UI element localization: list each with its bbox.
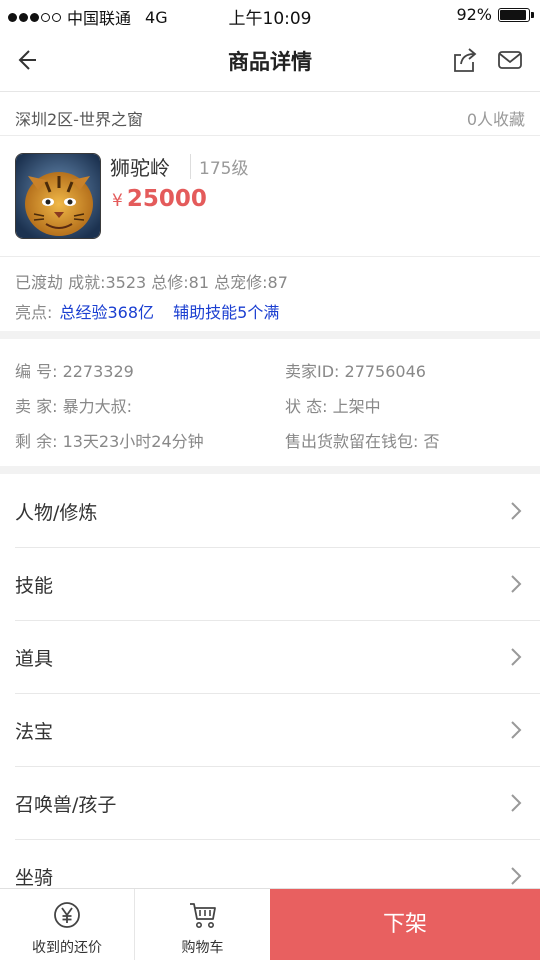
status-bar: 中国联通 4G 上午10:09 92% [0,0,540,30]
character-level: 175级 [190,154,248,179]
chevron-right-icon [511,867,522,885]
share-icon[interactable] [450,46,478,74]
section-divider [0,466,540,474]
menu-item-treasures[interactable]: 法宝 [15,694,540,767]
listing-info: 编 号: 2273329 卖家ID: 27756046 卖 家: 暴力大叔: 状… [0,340,540,467]
menu-item-label: 召唤兽/孩子 [15,794,117,816]
section-divider [0,331,540,339]
price-value: 25000 [126,186,207,212]
stats-line: 已渡劫 成就:3523 总修:81 总宠修:87 [15,273,288,292]
chevron-right-icon [511,721,522,739]
seller-id: 卖家ID: 27756046 [285,362,426,381]
menu-item-summons[interactable]: 召唤兽/孩子 [15,767,540,840]
listing-status: 状 态: 上架中 [285,397,381,416]
price: ¥25000 [112,186,207,212]
yen-coin-icon [54,902,80,928]
time-remaining: 剩 余: 13天23小时24分钟 [15,432,204,451]
favorite-count: 0人收藏 [466,110,525,129]
character-name: 狮驼岭 [110,156,170,180]
menu-item-label: 道具 [15,648,54,670]
mail-icon[interactable] [496,46,524,74]
server-row: 深圳2区-世界之窗 0人收藏 [0,92,540,136]
received-offers-label: 收到的还价 [32,940,102,956]
chevron-right-icon [511,575,522,593]
highlight-tag: 总经验368亿 [59,303,155,322]
battery-icon [498,7,534,22]
menu-item-label: 技能 [15,575,54,597]
detail-menu: 人物/修炼 技能 道具 法宝 召唤兽/孩子 坐骑 [0,475,540,913]
bottom-action-bar: 收到的还价 购物车 下架 [0,888,540,960]
seller-name: 卖 家: 暴力大叔: [15,397,132,416]
chevron-right-icon [511,502,522,520]
menu-item-label: 法宝 [15,721,54,743]
shopping-cart-button[interactable]: 购物车 [135,889,270,960]
menu-item-items[interactable]: 道具 [15,621,540,694]
server-name: 深圳2区-世界之窗 [15,110,143,129]
shopping-cart-icon [189,903,216,928]
product-summary: 狮驼岭 175级 ¥25000 [0,136,540,257]
chevron-right-icon [511,794,522,812]
menu-item-label: 人物/修炼 [15,502,98,524]
shopping-cart-label: 购物车 [181,940,224,956]
highlight-tag: 辅助技能5个满 [173,303,280,322]
status-bar-right: 92% [456,5,534,24]
menu-item-character[interactable]: 人物/修炼 [15,475,540,548]
wallet-setting: 售出货款留在钱包: 否 [285,432,440,451]
nav-bar: 商品详情 [0,30,540,92]
highlights: 亮点: 总经验368亿 辅助技能5个满 [15,299,279,323]
serial-number: 编 号: 2273329 [15,362,134,381]
menu-item-skills[interactable]: 技能 [15,548,540,621]
character-avatar [15,153,101,239]
delist-button[interactable]: 下架 [270,889,540,960]
battery-percent: 92% [456,5,492,24]
highlights-label: 亮点: [15,303,53,322]
chevron-right-icon [511,648,522,666]
price-currency: ¥ [112,191,123,211]
menu-item-label: 坐骑 [15,867,54,889]
received-offers-button[interactable]: 收到的还价 [0,889,135,960]
